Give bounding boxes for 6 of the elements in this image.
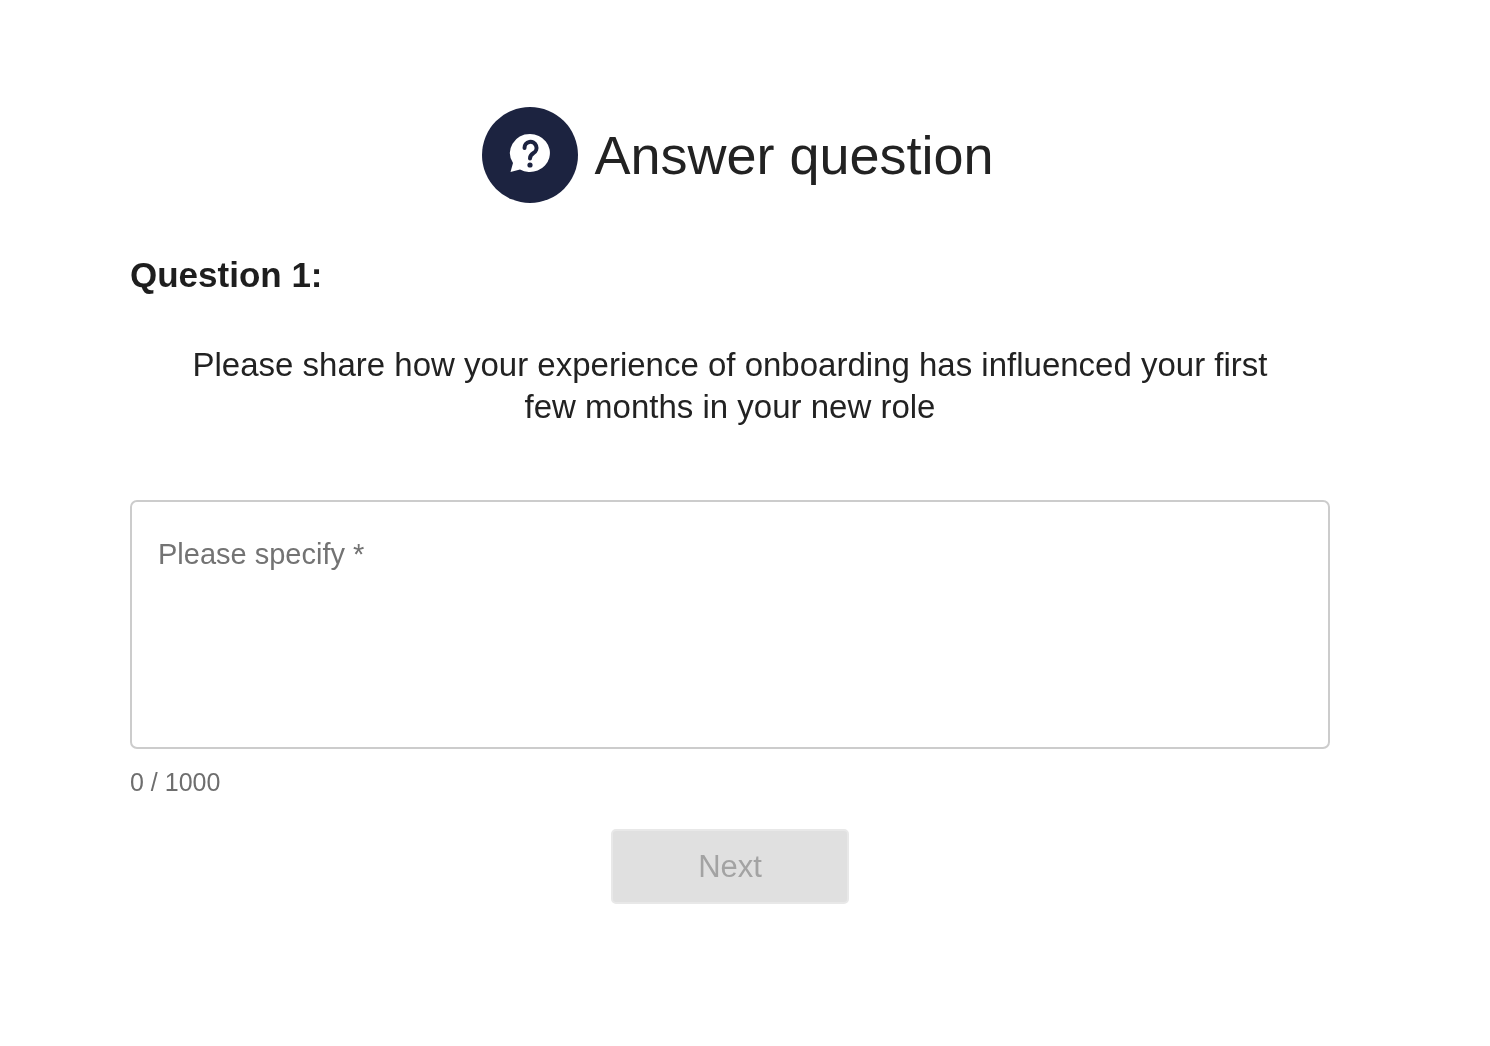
question-bubble-icon bbox=[482, 107, 579, 203]
page-title: Answer question bbox=[594, 124, 994, 186]
character-counter: 0 / 1000 bbox=[130, 767, 221, 798]
question-text: Please share how your experience of onboarding has influenced your first few months in your new role bbox=[191, 345, 1269, 427]
question-label: Question 1: bbox=[130, 254, 323, 296]
answer-field[interactable]: Please specify * bbox=[130, 500, 1330, 749]
